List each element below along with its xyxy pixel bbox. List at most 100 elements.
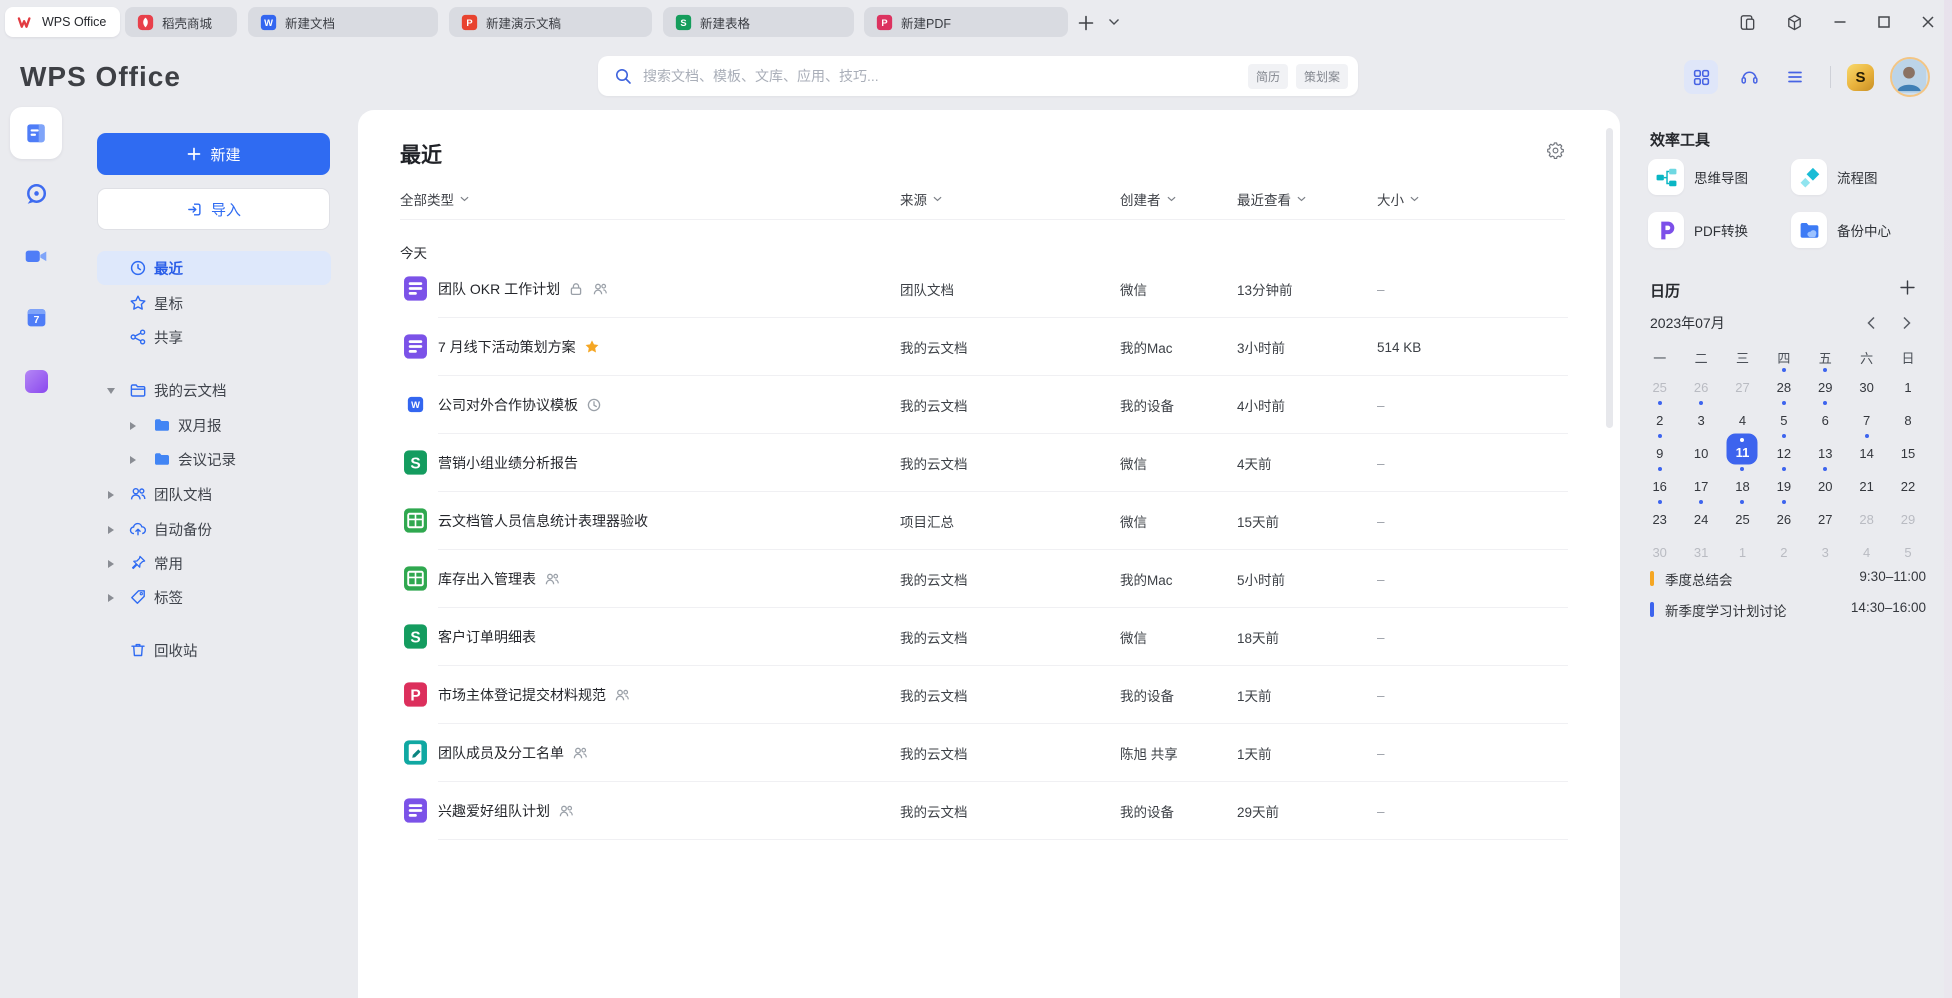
tab-doc-2[interactable]: W新建文档 (248, 7, 438, 37)
tool-mindmap[interactable]: 思维导图 (1648, 159, 1748, 195)
calendar-day[interactable]: 22 (1887, 465, 1928, 498)
filter-4[interactable]: 大小 (1377, 189, 1419, 209)
tab-doc-1[interactable]: 稻壳商城 (125, 7, 237, 37)
calendar-event[interactable]: 新季度学习计划讨论14:30–16:00 (1650, 599, 1932, 619)
import-button[interactable]: 导入 (97, 188, 330, 230)
file-row[interactable]: S营销小组业绩分析报告我的云文档微信4天前– (358, 434, 1620, 492)
calendar-day[interactable]: 29 (1887, 498, 1928, 531)
tool-pdf-convert[interactable]: PDF转换 (1648, 212, 1748, 248)
calendar-day[interactable]: 21 (1846, 465, 1887, 498)
tool-flowchart[interactable]: 流程图 (1791, 159, 1878, 195)
file-row[interactable]: 兴趣爱好组队计划我的云文档我的设备29天前– (358, 782, 1620, 840)
apps-grid-icon[interactable] (1684, 60, 1718, 94)
rail-apps-icon[interactable] (10, 355, 62, 407)
chevron-right-icon[interactable] (106, 558, 116, 568)
chevron-right-icon[interactable] (106, 489, 116, 499)
file-row[interactable]: 库存出入管理表我的云文档我的Mac5小时前– (358, 550, 1620, 608)
calendar-day[interactable]: 9 (1639, 432, 1680, 465)
file-row[interactable]: 7 月线下活动策划方案我的云文档我的Mac3小时前514 KB (358, 318, 1620, 376)
filter-3[interactable]: 最近查看 (1237, 189, 1306, 209)
sidebar-item-clock[interactable]: 最近 (97, 251, 331, 285)
new-document-button[interactable]: 新建 (97, 133, 330, 175)
calendar-day[interactable]: 26 (1680, 366, 1721, 399)
file-row[interactable]: P市场主体登记提交材料规范我的云文档我的设备1天前– (358, 666, 1620, 724)
calendar-day[interactable]: 24 (1680, 498, 1721, 531)
calendar-day[interactable]: 20 (1805, 465, 1846, 498)
calendar-day[interactable]: 23 (1639, 498, 1680, 531)
file-row[interactable]: 团队 OKR 工作计划团队文档微信13分钟前– (358, 260, 1620, 318)
support-headset-icon[interactable] (1732, 60, 1766, 94)
calendar-day[interactable]: 15 (1887, 432, 1928, 465)
file-row[interactable]: S客户订单明细表我的云文档微信18天前– (358, 608, 1620, 666)
calendar-day[interactable]: 30 (1846, 366, 1887, 399)
chevron-right-icon[interactable] (128, 454, 138, 464)
tool-backup[interactable]: 备份中心 (1791, 212, 1891, 248)
calendar-day[interactable]: 10 (1680, 432, 1721, 465)
workspace-cube-icon[interactable] (1783, 11, 1806, 34)
sidebar-item-star[interactable]: 星标 (97, 286, 331, 320)
calendar-day[interactable]: 2 (1763, 531, 1804, 564)
sidebar-tree-folder-child[interactable]: 双月报 (97, 408, 331, 442)
tab-home[interactable]: WPS Office (5, 7, 120, 37)
sidebar-item-share[interactable]: 共享 (97, 320, 331, 354)
sidebar-tree-tag[interactable]: 标签 (97, 580, 331, 614)
calendar-day[interactable]: 31 (1680, 531, 1721, 564)
minimize-button[interactable] (1830, 12, 1850, 32)
calendar-next-icon[interactable] (1902, 314, 1920, 332)
scrollbar-thumb[interactable] (1606, 128, 1613, 428)
user-avatar[interactable] (1890, 57, 1930, 97)
chevron-down-icon[interactable] (106, 385, 116, 395)
calendar-day[interactable]: 5 (1887, 531, 1928, 564)
list-settings-gear-icon[interactable] (1546, 141, 1565, 160)
rail-meeting-icon[interactable] (10, 230, 62, 282)
tab-doc-5[interactable]: P新建PDF (864, 7, 1068, 37)
calendar-day-selected[interactable]: 11 (1722, 432, 1763, 465)
calendar-day[interactable]: 12 (1763, 432, 1804, 465)
main-menu-icon[interactable] (1778, 60, 1812, 94)
rail-docs-icon[interactable] (10, 107, 62, 159)
calendar-day[interactable]: 25 (1722, 498, 1763, 531)
filter-1[interactable]: 来源 (900, 189, 942, 209)
sidebar-tree-pin[interactable]: 常用 (97, 546, 331, 580)
new-tab-button[interactable] (1076, 12, 1098, 34)
file-row[interactable]: 云文档管人员信息统计表理器验收项目汇总微信15天前– (358, 492, 1620, 550)
calendar-day[interactable]: 27 (1805, 498, 1846, 531)
sidebar-item-trash[interactable]: 回收站 (97, 633, 331, 667)
calendar-day[interactable]: 3 (1680, 399, 1721, 432)
tab-doc-3[interactable]: P新建演示文稿 (449, 7, 652, 37)
file-row[interactable]: 团队成员及分工名单我的云文档陈旭 共享1天前– (358, 724, 1620, 782)
chevron-right-icon[interactable] (128, 420, 138, 430)
calendar-day[interactable]: 28 (1846, 498, 1887, 531)
device-switch-icon[interactable] (1736, 11, 1759, 34)
filter-2[interactable]: 创建者 (1120, 189, 1176, 209)
calendar-day[interactable]: 1 (1887, 366, 1928, 399)
calendar-day[interactable]: 14 (1846, 432, 1887, 465)
sidebar-tree-cloud-backup[interactable]: 自动备份 (97, 512, 331, 546)
close-button[interactable] (1918, 12, 1938, 32)
calendar-day[interactable]: 28 (1763, 366, 1804, 399)
calendar-event[interactable]: 季度总结会9:30–11:00 (1650, 568, 1932, 588)
tab-doc-4[interactable]: S新建表格 (663, 7, 854, 37)
chevron-right-icon[interactable] (106, 524, 116, 534)
calendar-day[interactable]: 4 (1846, 531, 1887, 564)
calendar-day[interactable]: 5 (1763, 399, 1804, 432)
calendar-day[interactable]: 1 (1722, 531, 1763, 564)
tab-list-dropdown[interactable] (1108, 17, 1122, 27)
rail-calendar-icon[interactable]: 7 (10, 291, 62, 343)
calendar-day[interactable]: 19 (1763, 465, 1804, 498)
calendar-add-icon[interactable] (1898, 278, 1917, 297)
calendar-day[interactable]: 6 (1805, 399, 1846, 432)
calendar-day[interactable]: 17 (1680, 465, 1721, 498)
calendar-day[interactable]: 7 (1846, 399, 1887, 432)
calendar-day[interactable]: 3 (1805, 531, 1846, 564)
calendar-day[interactable]: 30 (1639, 531, 1680, 564)
calendar-day[interactable]: 13 (1805, 432, 1846, 465)
calendar-day[interactable]: 8 (1887, 399, 1928, 432)
calendar-day[interactable]: 18 (1722, 465, 1763, 498)
calendar-day[interactable]: 27 (1722, 366, 1763, 399)
svip-badge-icon[interactable]: S (1847, 64, 1874, 91)
file-row[interactable]: W公司对外合作协议模板我的云文档我的设备4小时前– (358, 376, 1620, 434)
search-input[interactable] (641, 67, 1248, 85)
sidebar-tree-folder-open[interactable]: 我的云文档 (97, 373, 331, 407)
calendar-day[interactable]: 26 (1763, 498, 1804, 531)
